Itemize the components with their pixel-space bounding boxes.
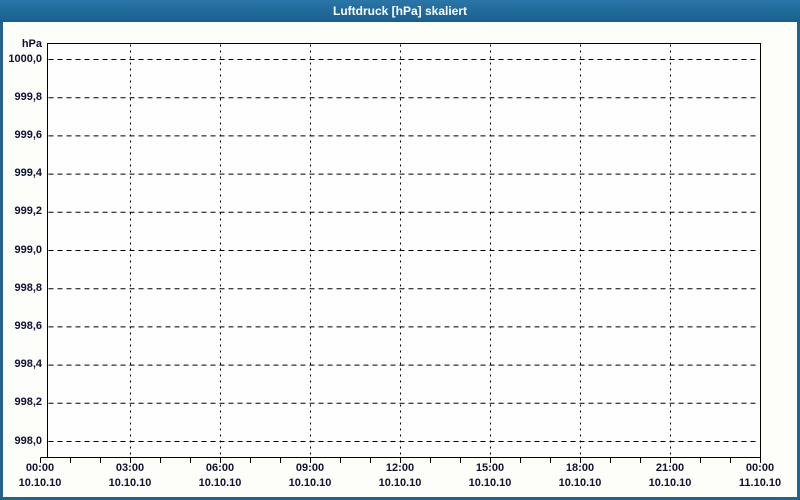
y-tick-label: 998,2 [14,396,42,409]
x-tick-time-label: 18:00 [565,462,595,474]
x-tick-date-label: 10.10.10 [648,477,692,489]
x-tick-time-label: 03:00 [115,462,145,474]
x-tick-date-label: 10.10.10 [198,477,242,489]
y-tick-label: 998,4 [14,358,42,371]
x-tick-time-label: 06:00 [205,462,235,474]
y-tick-label: 998,8 [14,281,42,294]
chart-window: Luftdruck [hPa] skaliert hPa 1000,0 999,8… [0,0,800,500]
x-tick-time-label: 00:00 [25,462,55,474]
chart-grid [40,43,761,463]
y-tick-label: 999,8 [14,90,42,103]
x-tick-time-label: 00:00 [745,462,775,474]
x-tick-time-label: 15:00 [475,462,505,474]
title-bar[interactable]: Luftdruck [hPa] skaliert [0,0,800,22]
x-tick-time-label: 12:00 [385,462,415,474]
y-tick-label: 998,6 [14,319,42,332]
x-tick-date-label: 10.10.10 [468,477,512,489]
window-title: Luftdruck [hPa] skaliert [332,4,468,18]
y-tick-label: 999,4 [14,167,42,180]
y-tick-label: 1000,0 [8,52,42,65]
x-tick-date-label: 10.10.10 [378,477,422,489]
x-tick-time-label: 09:00 [295,462,325,474]
x-tick-date-label: 10.10.10 [108,477,152,489]
x-tick-date-label: 11.10.10 [738,477,782,489]
x-tick-date-label: 10.10.10 [18,477,62,489]
x-tick-date-label: 10.10.10 [288,477,332,489]
x-tick-time-label: 21:00 [655,462,685,474]
y-tick-label: 998,0 [14,434,42,447]
y-tick-label: 999,0 [14,243,42,256]
y-tick-label: 999,2 [14,205,42,218]
y-axis-unit-label: hPa [21,38,42,50]
y-tick-label: 999,6 [14,128,42,141]
x-tick-date-label: 10.10.10 [558,477,602,489]
plot-area [47,43,761,458]
